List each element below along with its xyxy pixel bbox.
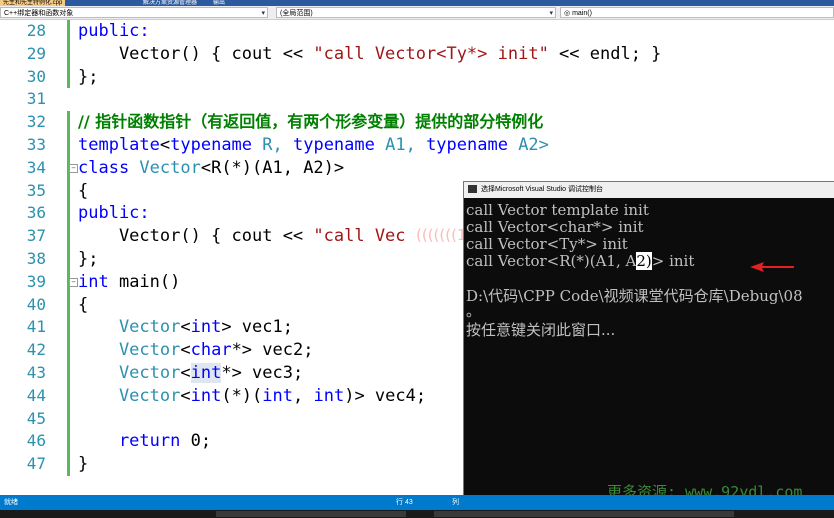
taskbar-app[interactable]	[434, 511, 734, 517]
code-line: };	[78, 249, 99, 269]
console-output-line: 。	[466, 302, 482, 320]
code-line: int main()	[78, 271, 181, 292]
status-row: 行 43	[396, 499, 413, 506]
line-number: 35	[26, 180, 46, 200]
console-output-line: call Vector template init	[466, 201, 649, 219]
line-number: 44	[26, 385, 46, 405]
member-icon: ◎	[564, 10, 573, 17]
console-output-line: call Vector<R(*)(A1, A2)> init	[466, 252, 695, 270]
status-bar: 就绪 行 43 列	[0, 495, 834, 510]
chevron-down-icon: ▾	[549, 10, 553, 17]
line-number: 34	[26, 157, 46, 177]
taskbar-app[interactable]	[216, 511, 406, 517]
range-dropdown[interactable]: (全局范围) ▾	[276, 7, 556, 18]
code-line: };	[78, 66, 99, 87]
code-comment: // 指针函数指针（有返回值，有两个形参变量）提供的部分特例化	[78, 112, 544, 132]
code-line: return 0;	[78, 431, 212, 452]
line-number: 42	[26, 340, 46, 360]
status-ready: 就绪	[4, 499, 18, 506]
code-line: Vector<char*> vec2;	[78, 340, 314, 361]
console-output-line: call Vector<char*> init	[466, 218, 644, 236]
red-arrow-icon	[750, 262, 794, 272]
code-line: template<typename R, typename A1, typena…	[78, 135, 549, 155]
console-output-line: D:\代码\CPP Code\视频课堂代码仓库\Debug\08	[466, 287, 803, 305]
code-line: Vector<int(*)(int, int)> vec4;	[78, 385, 427, 406]
line-number: 45	[26, 408, 46, 428]
console-app-icon	[468, 185, 477, 194]
line-number: 30	[26, 66, 46, 86]
taskbar	[0, 510, 834, 518]
code-line: Vector<int*> vec3;	[78, 363, 304, 383]
collapse-icon[interactable]: −	[69, 164, 78, 173]
navigation-bar: C++绑定器和函数对象 ▾ (全局范围) ▾ ◎ main()	[0, 6, 834, 20]
line-number: 37	[26, 226, 46, 246]
project-scope-label: C++绑定器和函数对象	[4, 10, 74, 17]
debug-console-window[interactable]: 选择Microsoft Visual Studio 调试控制台 call Vec…	[463, 181, 834, 505]
code-line: public:	[78, 203, 150, 224]
line-number: 36	[26, 203, 46, 223]
code-line: Vector() { cout << "call Vec	[78, 226, 406, 247]
line-number: 28	[26, 21, 46, 40]
console-output-line: call Vector<Ty*> init	[466, 235, 628, 253]
line-number: 47	[26, 454, 46, 474]
line-number: 31	[26, 89, 46, 109]
line-number: 38	[26, 249, 46, 268]
line-number: 33	[26, 135, 46, 154]
line-number: 39	[26, 271, 46, 291]
chevron-down-icon: ▾	[261, 10, 265, 17]
code-line: public:	[78, 21, 150, 41]
code-line: }	[78, 454, 89, 475]
status-col: 列	[452, 499, 459, 506]
code-line: Vector<int> vec1;	[78, 317, 293, 338]
console-prompt-line: 按任意键关闭此窗口...	[466, 321, 616, 339]
line-number: 43	[26, 363, 46, 382]
change-marker	[67, 20, 70, 88]
line-number: 32	[26, 112, 46, 132]
code-line: {	[78, 294, 89, 315]
collapse-icon[interactable]: −	[69, 278, 78, 287]
range-label: (全局范围)	[280, 10, 313, 17]
console-title-bar[interactable]: 选择Microsoft Visual Studio 调试控制台	[464, 182, 834, 198]
line-number: 41	[26, 317, 46, 337]
code-line: Vector() { cout << "call Vector<Ty*> ini…	[78, 43, 662, 64]
console-title: 选择Microsoft Visual Studio 调试控制台	[481, 186, 604, 193]
code-line: class Vector<R(*)(A1, A2)>	[78, 157, 345, 178]
text-selection: 2)	[636, 252, 652, 270]
member-dropdown[interactable]: ◎ main()	[560, 7, 834, 18]
member-label: main()	[572, 10, 592, 17]
code-line: {	[78, 180, 89, 201]
line-number: 46	[26, 431, 46, 451]
line-number: 40	[26, 294, 46, 314]
line-number: 29	[26, 43, 46, 63]
project-scope-dropdown[interactable]: C++绑定器和函数对象 ▾	[0, 7, 268, 18]
